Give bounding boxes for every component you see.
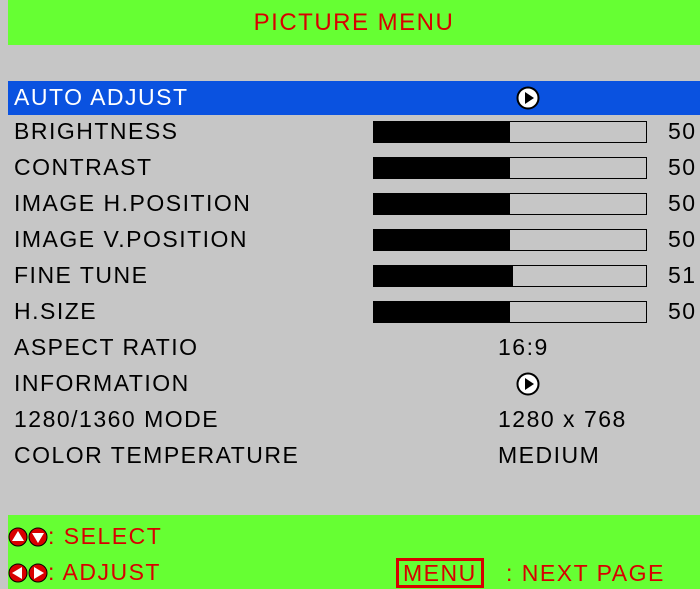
color-temperature-value: MEDIUM [498, 442, 601, 468]
brightness-slider[interactable] [373, 121, 647, 143]
menu-item-1280-1360-mode[interactable]: 1280/1360 MODE 1280 x 768 [8, 403, 700, 437]
slider-fill [374, 158, 510, 178]
slider-fill [374, 194, 510, 214]
select-hint: : SELECT [8, 523, 162, 550]
menu-item-aspect-ratio[interactable]: ASPECT RATIO 16:9 [8, 331, 700, 365]
menu-header: PICTURE MENU [8, 0, 700, 45]
menu-item-label: FINE TUNE [14, 262, 149, 288]
image-v-position-slider[interactable] [373, 229, 647, 251]
adjust-hint-text: : ADJUST [48, 559, 161, 585]
slider-value: 50 [668, 226, 697, 252]
slider-value: 50 [668, 154, 697, 180]
menu-title: PICTURE MENU [253, 8, 455, 36]
slider-fill [374, 230, 510, 250]
menu-item-label: IMAGE V.POSITION [14, 226, 249, 252]
select-hint-text: : SELECT [48, 523, 163, 549]
menu-item-label: BRIGHTNESS [14, 118, 179, 144]
menu-item-brightness[interactable]: BRIGHTNESS 50 [8, 115, 700, 149]
menu-item-label: INFORMATION [14, 370, 190, 396]
image-h-position-slider[interactable] [373, 193, 647, 215]
mode-value: 1280 x 768 [498, 406, 627, 432]
slider-value: 50 [668, 298, 697, 324]
slider-value: 50 [668, 190, 697, 216]
slider-value: 51 [668, 262, 697, 288]
menu-item-image-h-position[interactable]: IMAGE H.POSITION 50 [8, 187, 700, 221]
h-size-slider[interactable] [373, 301, 647, 323]
menu-item-contrast[interactable]: CONTRAST 50 [8, 151, 700, 185]
down-arrow-icon [28, 527, 48, 546]
menu-item-label: IMAGE H.POSITION [14, 190, 252, 216]
menu-item-label: 1280/1360 MODE [14, 406, 220, 432]
menu-item-auto-adjust[interactable]: AUTO ADJUST [8, 81, 700, 115]
play-arrow-icon [516, 372, 540, 396]
menu-item-label: AUTO ADJUST [14, 84, 189, 110]
right-arrow-icon [28, 563, 48, 582]
next-page-hint: : NEXT PAGE [506, 560, 665, 586]
up-arrow-icon [8, 527, 28, 546]
menu-item-label: H.SIZE [14, 298, 98, 324]
contrast-slider[interactable] [373, 157, 647, 179]
slider-fill [374, 266, 513, 286]
menu-item-information[interactable]: INFORMATION [8, 367, 700, 401]
menu-item-label: ASPECT RATIO [14, 334, 199, 360]
menu-item-fine-tune[interactable]: FINE TUNE 51 [8, 259, 700, 293]
menu-item-image-v-position[interactable]: IMAGE V.POSITION 50 [8, 223, 700, 257]
slider-fill [374, 122, 510, 142]
fine-tune-slider[interactable] [373, 265, 647, 287]
left-arrow-icon [8, 563, 28, 582]
aspect-ratio-value: 16:9 [498, 334, 549, 360]
menu-item-label: CONTRAST [14, 154, 153, 180]
slider-fill [374, 302, 510, 322]
menu-item-label: COLOR TEMPERATURE [14, 442, 300, 468]
slider-value: 50 [668, 118, 697, 144]
play-arrow-icon [516, 86, 540, 110]
adjust-hint: : ADJUST [8, 559, 161, 586]
menu-key: MENU [396, 558, 484, 588]
menu-item-h-size[interactable]: H.SIZE 50 [8, 295, 700, 329]
menu-footer: : SELECT : ADJUST MENU : NEXT PAGE [8, 515, 700, 589]
menu-item-color-temperature[interactable]: COLOR TEMPERATURE MEDIUM [8, 439, 700, 473]
